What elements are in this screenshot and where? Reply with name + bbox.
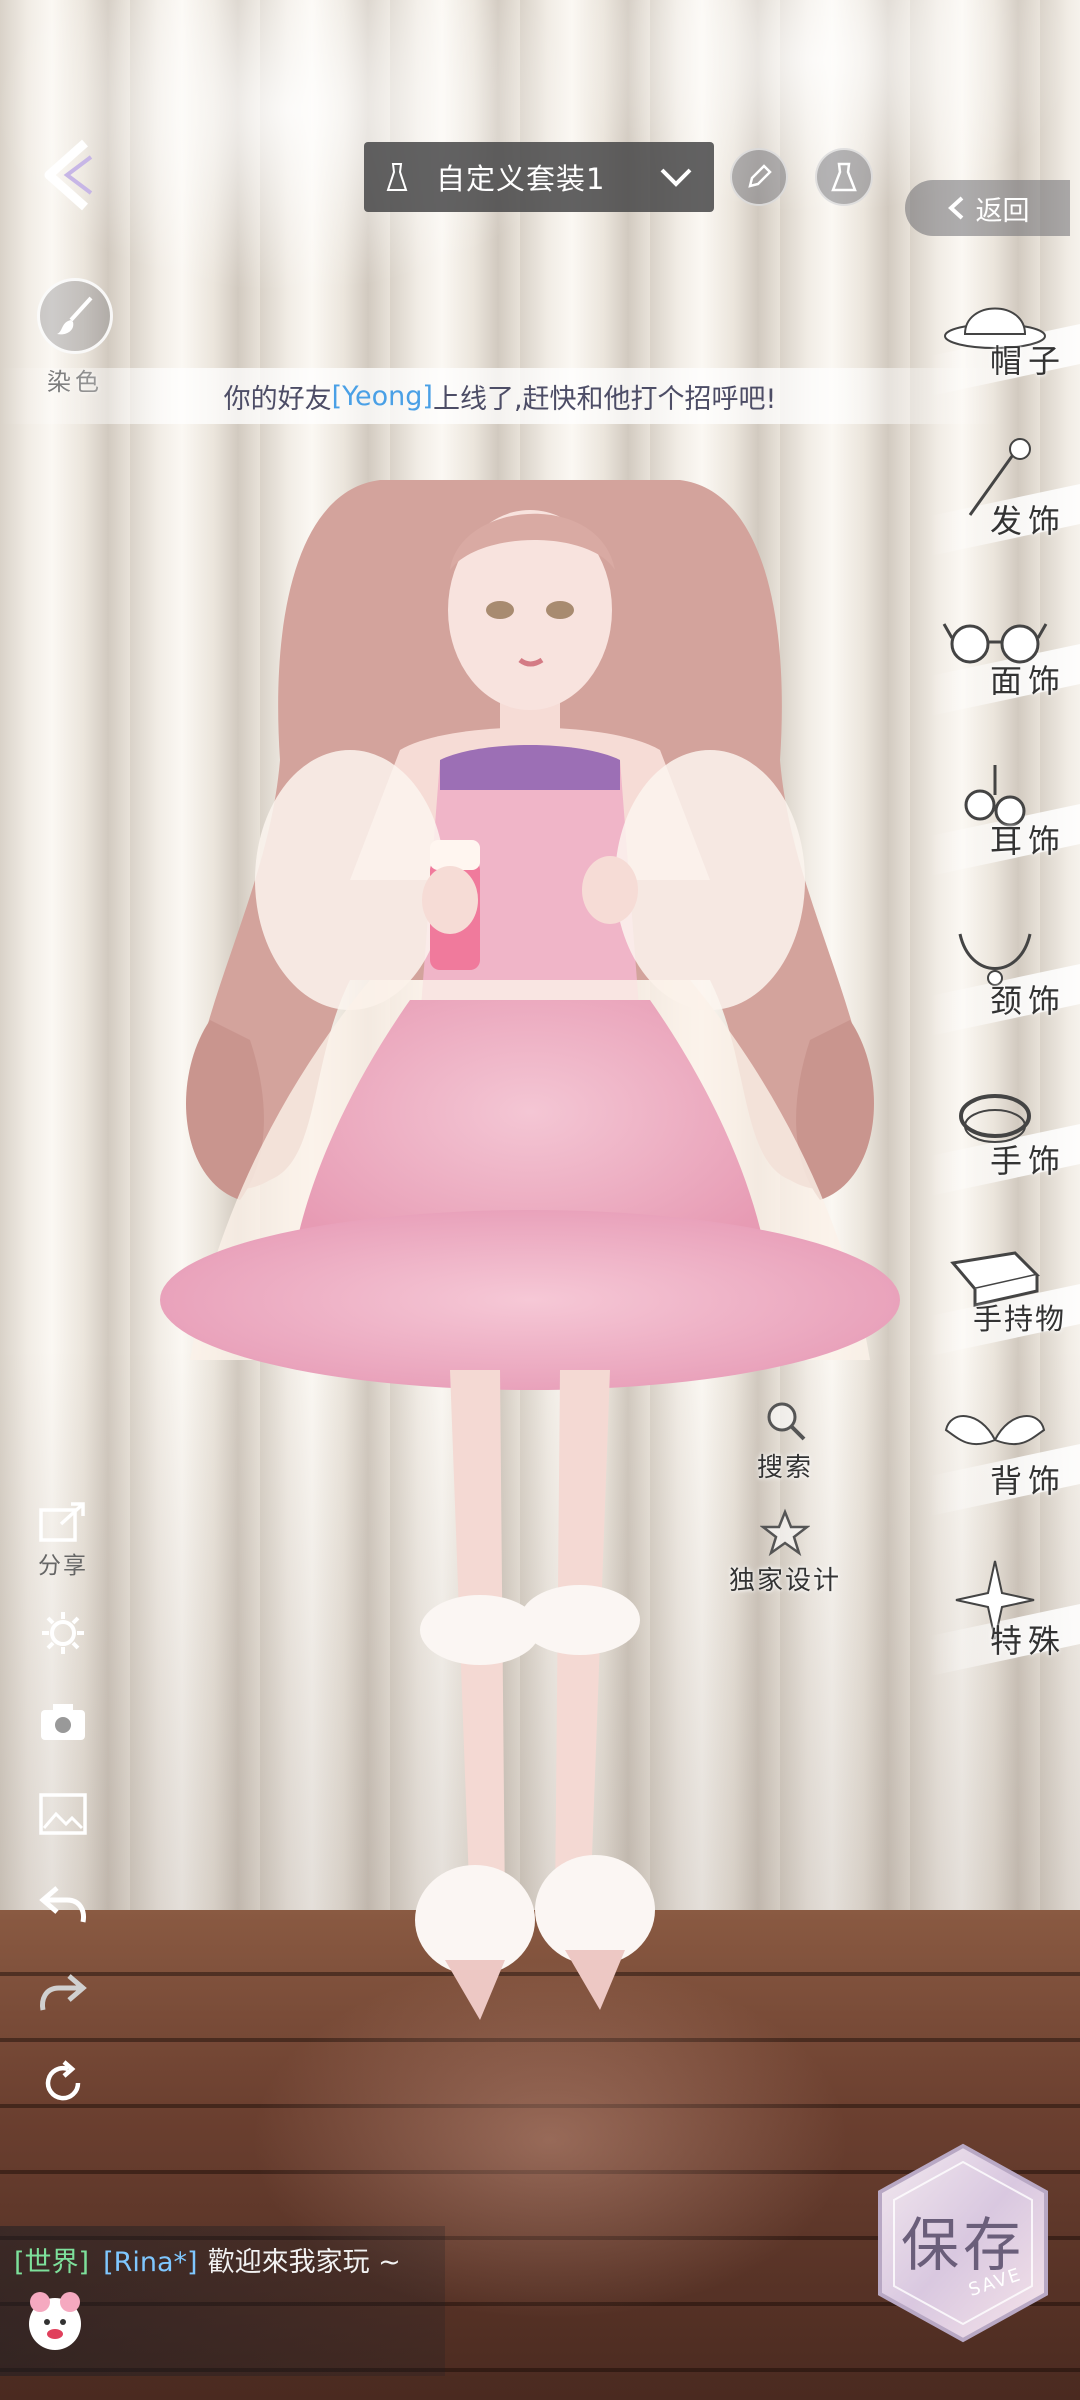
category-label: 背饰	[989, 1462, 1066, 1500]
notification-suffix: 上线了,赶快和他打个招呼吧!	[432, 383, 777, 415]
category-rail: 帽子 发饰 面饰 耳饰 颈饰 手饰 手持物 背饰 特殊	[910, 270, 1080, 1710]
chevron-down-icon	[656, 164, 696, 190]
redo-button[interactable]	[28, 1970, 98, 2014]
dress-icon	[831, 162, 857, 192]
category-hat[interactable]: 帽子	[910, 270, 1080, 430]
back-arrow-icon	[44, 139, 93, 211]
brush-icon	[37, 278, 113, 354]
chevron-left-icon	[947, 196, 963, 220]
category-face-accessory[interactable]: 面饰	[910, 590, 1080, 750]
share-button[interactable]: 分享	[28, 1500, 98, 1580]
save-button[interactable]: 保存 SAVE	[868, 2138, 1058, 2348]
outfit-selector[interactable]: 自定义套装1	[364, 142, 714, 212]
settings-button[interactable]	[28, 1608, 98, 1658]
search-button[interactable]: 搜索	[710, 1395, 860, 1505]
chat-avatar-icon[interactable]	[20, 2286, 90, 2356]
share-icon	[39, 1502, 85, 1542]
category-label: 发饰	[989, 502, 1066, 540]
category-label: 手饰	[989, 1142, 1066, 1180]
friend-name[interactable]: [Yeong]	[332, 381, 433, 412]
save-label: 保存	[900, 2211, 1025, 2279]
category-hair-accessory[interactable]: 发饰	[910, 430, 1080, 590]
chat-channel: [世界]	[14, 2247, 90, 2278]
category-back-accessory[interactable]: 背饰	[910, 1390, 1080, 1550]
outfit-name: 自定义套装1	[436, 162, 606, 196]
undo-icon	[39, 1886, 86, 1923]
wardrobe-button[interactable]	[815, 148, 873, 206]
category-label: 面饰	[989, 662, 1066, 700]
character-model[interactable]	[150, 460, 910, 2310]
design-label: 独家设计	[728, 1566, 841, 1596]
category-special[interactable]: 特殊	[910, 1550, 1080, 1710]
camera-icon	[41, 1704, 85, 1740]
return-label: 返回	[975, 195, 1030, 227]
category-bracelet[interactable]: 手饰	[910, 1070, 1080, 1230]
category-label: 耳饰	[989, 822, 1066, 860]
category-label: 颈饰	[989, 982, 1066, 1020]
category-label: 帽子	[989, 342, 1066, 380]
pencil-icon	[748, 164, 772, 188]
share-label: 分享	[38, 1553, 88, 1579]
notification-prefix: 你的好友	[223, 383, 332, 415]
redo-icon	[40, 1974, 87, 2011]
image-icon	[39, 1793, 87, 1835]
refresh-icon	[45, 2060, 81, 2101]
category-earring[interactable]: 耳饰	[910, 750, 1080, 910]
character-illustration	[160, 480, 900, 2020]
undo-button[interactable]	[28, 1882, 98, 1926]
category-label: 特殊	[989, 1622, 1066, 1660]
category-necklace[interactable]: 颈饰	[910, 910, 1080, 1070]
exclusive-design-button[interactable]: 独家设计	[710, 1508, 860, 1618]
category-label: 手持物	[972, 1302, 1066, 1336]
category-handheld[interactable]: 手持物	[910, 1230, 1080, 1390]
chat-sender[interactable]: [Rina*]	[103, 2247, 198, 2278]
search-label: 搜索	[756, 1453, 813, 1483]
gear-icon	[42, 1612, 84, 1654]
edit-button[interactable]	[730, 148, 788, 206]
dress-icon	[382, 162, 412, 192]
return-button[interactable]: 返回	[905, 180, 1070, 236]
star-icon	[760, 1508, 810, 1557]
chat-message: [世界] [Rina*] 歡迎來我家玩 ~	[14, 2240, 401, 2279]
gallery-button[interactable]	[28, 1792, 98, 1836]
back-button[interactable]	[30, 130, 110, 220]
friend-online-notification: 你的好友 [Yeong] 上线了,赶快和他打个招呼吧!	[0, 368, 1000, 424]
world-chat-panel[interactable]: [世界] [Rina*] 歡迎來我家玩 ~	[0, 2226, 445, 2376]
search-icon	[767, 1402, 806, 1441]
camera-button[interactable]	[28, 1700, 98, 1744]
reset-button[interactable]	[28, 2058, 98, 2108]
chat-text: 歡迎來我家玩 ~	[207, 2247, 401, 2278]
